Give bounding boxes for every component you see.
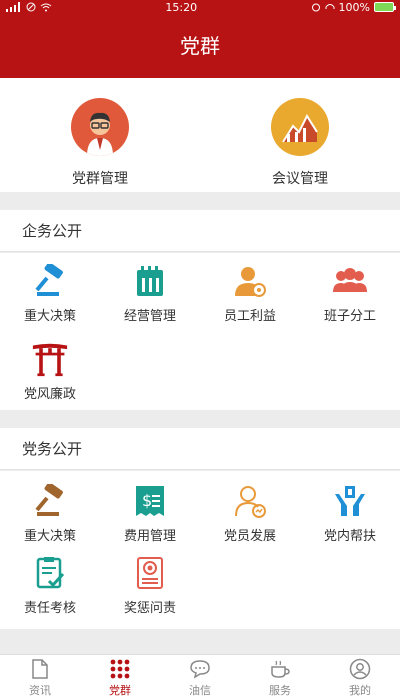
grid-item-rewards-penalties[interactable]: 奖惩问责 xyxy=(100,555,200,616)
grid-item-label: 重大决策 xyxy=(23,309,76,324)
page-title: 党群 xyxy=(180,34,220,58)
headset-icon xyxy=(325,4,335,9)
section-title-enterprise: 企务公开 xyxy=(0,210,400,252)
receipt-icon: $ xyxy=(132,483,168,519)
tab-label: 油信 xyxy=(189,683,211,697)
tab-label: 我的 xyxy=(349,683,371,697)
grid-item-accountability[interactable]: 责任考核 xyxy=(0,555,100,616)
management-cards: 党群管理 会议管理 xyxy=(0,78,400,192)
signal-icon xyxy=(6,2,20,12)
coffee-cup-icon xyxy=(269,658,291,680)
battery-percent: 100% xyxy=(338,0,370,14)
torii-gate-icon xyxy=(32,341,68,377)
card-meeting-management[interactable]: 会议管理 xyxy=(225,98,375,192)
grid-item-party-assistance[interactable]: 党内帮扶 xyxy=(300,483,400,544)
group-icon xyxy=(332,263,368,299)
grid-item-label: 费用管理 xyxy=(123,529,176,544)
grid-item-label: 责任考核 xyxy=(23,601,76,616)
tab-services[interactable]: 服务 xyxy=(240,655,320,700)
gavel-icon xyxy=(32,483,68,519)
checklist-icon xyxy=(32,555,68,591)
user-circle-icon xyxy=(349,658,371,680)
gavel-icon xyxy=(32,263,68,299)
status-time: 15:20 xyxy=(165,0,198,14)
wifi-icon xyxy=(40,3,52,12)
helping-hands-icon xyxy=(332,483,368,519)
status-icons-right: 100% xyxy=(311,0,396,14)
grid-item-integrity[interactable]: 党风廉政 xyxy=(0,341,100,402)
tab-label: 服务 xyxy=(269,683,291,697)
grid-item-operations[interactable]: 经营管理 xyxy=(100,263,200,324)
battery-icon xyxy=(374,2,396,12)
tab-label: 资讯 xyxy=(29,683,51,697)
grid-item-label: 党风廉政 xyxy=(23,387,76,402)
enterprise-grid: 重大决策 经营管理 员工利益 班子分工 党风廉政 xyxy=(0,253,400,410)
card-label: 党群管理 xyxy=(72,171,128,187)
grid-item-expense[interactable]: $ 费用管理 xyxy=(100,483,200,544)
certificate-icon xyxy=(132,555,168,591)
alarm-icon xyxy=(311,3,320,12)
chart-icon xyxy=(271,98,329,156)
grid-item-team-division[interactable]: 班子分工 xyxy=(300,263,400,324)
building-icon xyxy=(132,263,168,299)
card-label: 会议管理 xyxy=(272,171,328,187)
status-icons-left xyxy=(6,2,52,12)
bottom-tab-bar: 资讯 党群 油信 服务 我的 xyxy=(0,654,400,700)
grid-item-employee-benefits[interactable]: 员工利益 xyxy=(200,263,300,324)
tab-party[interactable]: 党群 xyxy=(80,655,160,700)
chat-bubble-icon xyxy=(189,658,211,680)
grid-item-label: 员工利益 xyxy=(223,309,276,324)
svg-text:$: $ xyxy=(142,491,152,510)
grid-item-label: 班子分工 xyxy=(323,309,376,324)
status-bar: 15:20 100% xyxy=(0,0,400,14)
grid-item-label: 重大决策 xyxy=(23,529,76,544)
grid-item-party-decision[interactable]: 重大决策 xyxy=(0,483,100,544)
tab-news[interactable]: 资讯 xyxy=(0,655,80,700)
tab-label: 党群 xyxy=(109,683,131,697)
grid-item-major-decision[interactable]: 重大决策 xyxy=(0,263,100,324)
grid-item-label: 党员发展 xyxy=(223,529,276,544)
user-settings-icon xyxy=(232,263,268,299)
document-icon xyxy=(29,658,51,680)
grid-item-label: 党内帮扶 xyxy=(323,529,376,544)
person-icon xyxy=(71,98,129,156)
grid-dots-icon xyxy=(109,658,131,680)
app-header: 15:20 100% 党群 xyxy=(0,0,400,78)
tab-messages[interactable]: 油信 xyxy=(160,655,240,700)
grid-item-label: 奖惩问责 xyxy=(123,601,176,616)
no-sim-icon xyxy=(26,2,36,12)
tab-profile[interactable]: 我的 xyxy=(320,655,400,700)
grid-item-label: 经营管理 xyxy=(123,309,176,324)
section-title-party: 党务公开 xyxy=(0,428,400,470)
user-growth-icon xyxy=(232,483,268,519)
card-party-management[interactable]: 党群管理 xyxy=(25,98,175,192)
party-grid: 重大决策 $ 费用管理 党员发展 党内帮扶 责任考核 奖惩问责 xyxy=(0,471,400,629)
grid-item-member-growth[interactable]: 党员发展 xyxy=(200,483,300,544)
